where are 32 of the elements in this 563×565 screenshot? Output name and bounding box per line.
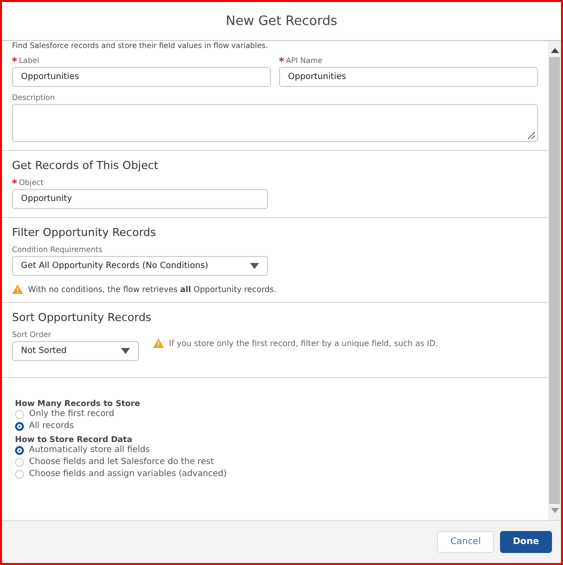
radio-button[interactable] [15, 446, 24, 454]
section-heading: Filter Opportunity Records [12, 226, 157, 239]
cancel-button[interactable]: Cancel [437, 531, 494, 553]
warning-icon [153, 338, 164, 348]
input-field[interactable]: Opportunities [279, 67, 538, 87]
group-label: How Many Records to Store [15, 399, 142, 408]
resize-icon [527, 131, 535, 139]
radio-label: Only the first record [29, 409, 114, 419]
group-label: How to Store Record Data [15, 435, 134, 444]
modal-title: New Get Records [226, 14, 338, 28]
text-area[interactable] [12, 104, 538, 142]
section-heading: Get Records of This Object [12, 159, 160, 172]
input-field[interactable]: Opportunities [12, 67, 271, 87]
radio-label: Automatically store all fields [29, 445, 150, 455]
radio-button[interactable] [15, 422, 24, 430]
scrollbar[interactable] [548, 41, 561, 520]
scroll-thumb[interactable] [549, 57, 560, 504]
warning-text: With no conditions, the flow retrieves all Opportunity records. [28, 284, 276, 294]
input-field[interactable]: Opportunity [12, 189, 268, 209]
warning-icon [12, 284, 23, 294]
dropdown[interactable]: Get All Opportunity Records (No Conditions) [12, 256, 268, 276]
warning-text: If you store only the first record, filter by a unique field, such as ID. [169, 338, 438, 348]
dropdown[interactable]: Not Sorted [12, 341, 139, 361]
radio-label: Choose fields and assign variables (advanced) [29, 469, 227, 479]
radio-label: Choose fields and let Salesforce do the rest [29, 457, 214, 467]
radio-label: All records [29, 421, 74, 431]
scroll-down-icon [550, 508, 558, 514]
section-heading: Sort Opportunity Records [12, 311, 152, 324]
scroll-up-icon [550, 47, 558, 53]
caret-icon [250, 263, 259, 269]
caret-icon [121, 348, 130, 354]
done-button[interactable]: Done [500, 531, 552, 553]
